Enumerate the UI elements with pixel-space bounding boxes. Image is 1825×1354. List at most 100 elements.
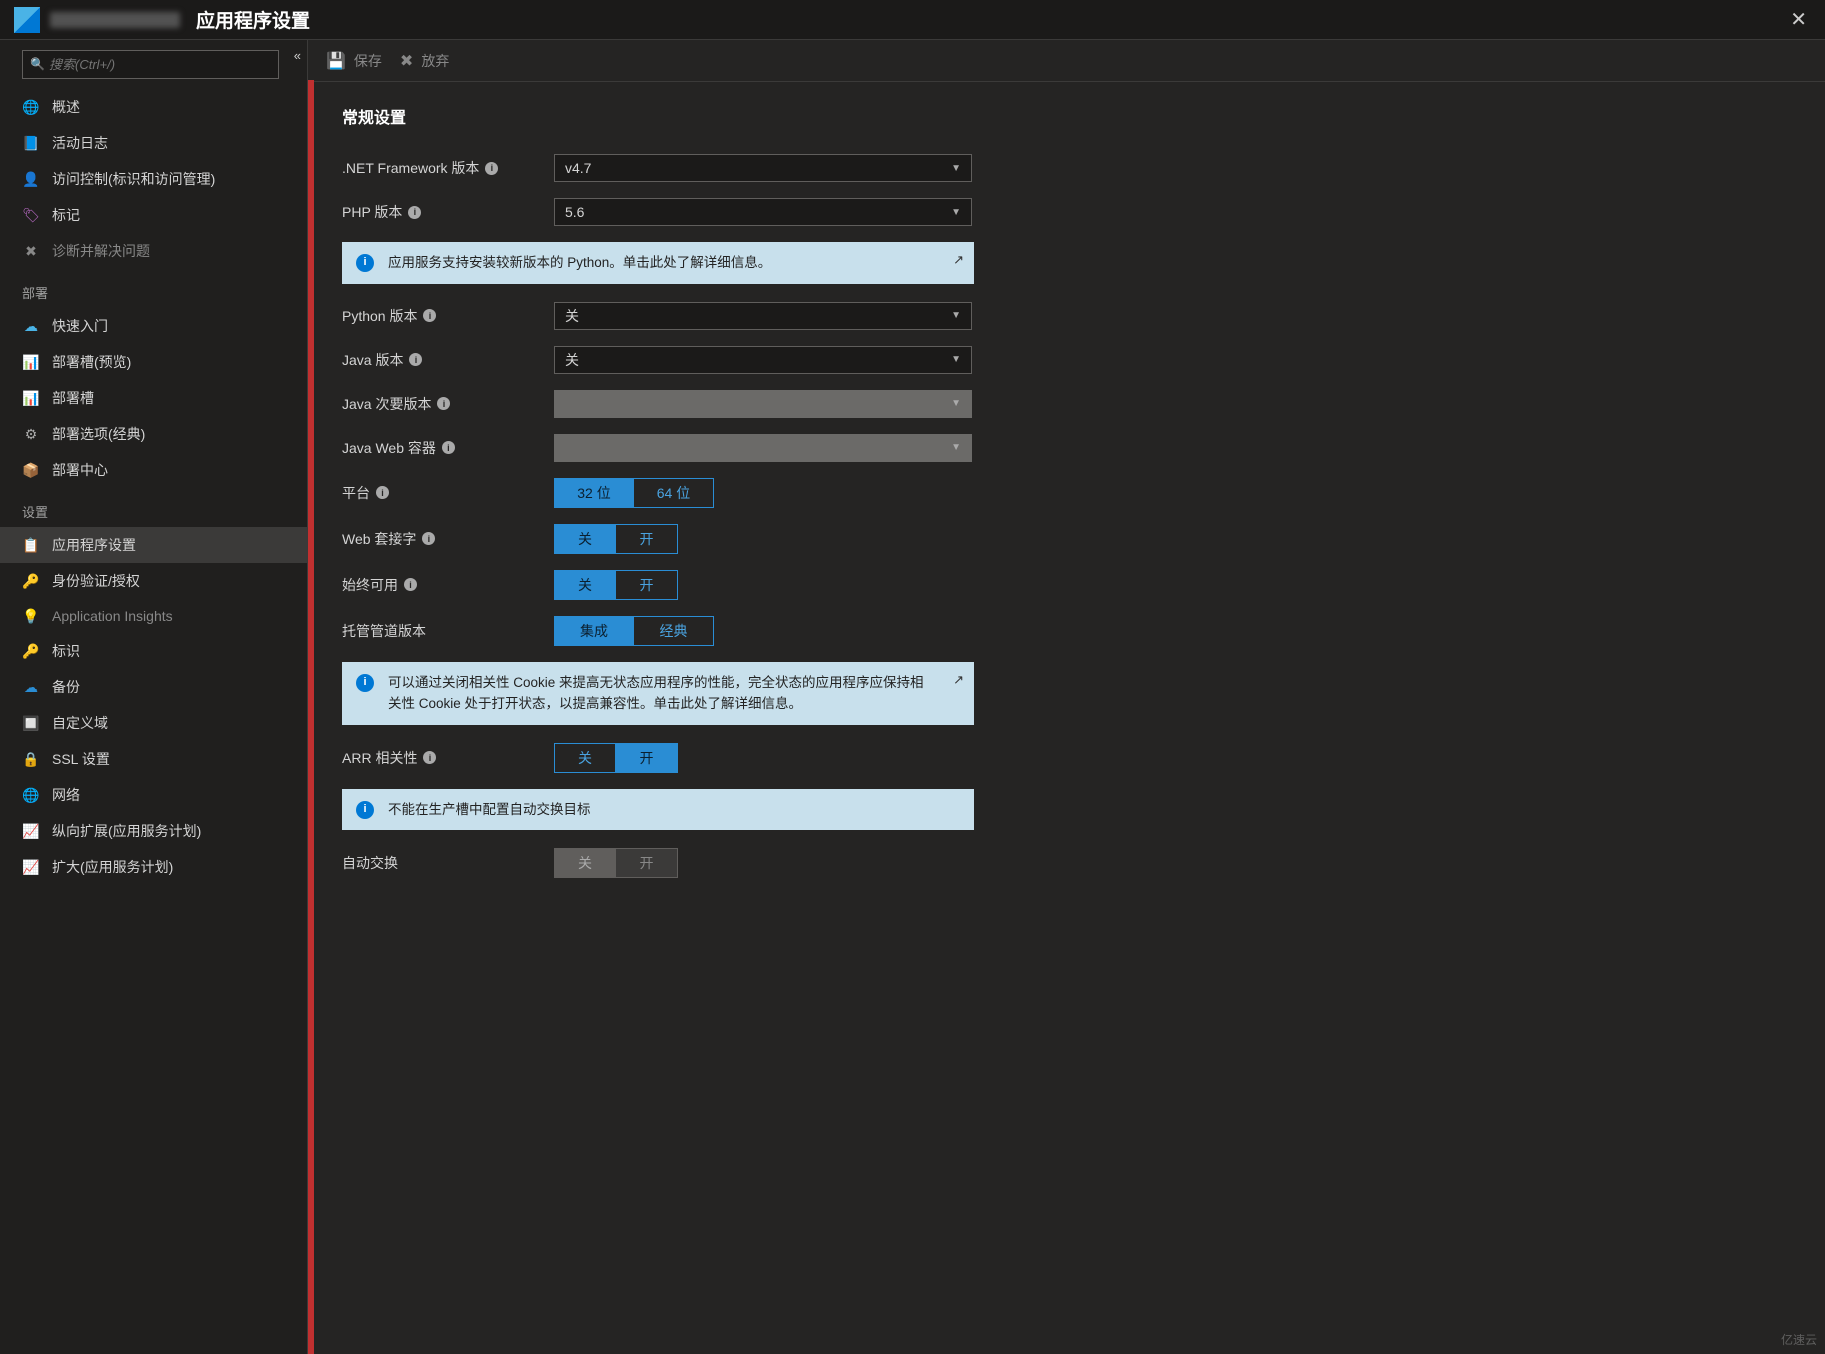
nav-item[interactable]: ☁ 备份 (0, 669, 307, 705)
external-link-icon[interactable]: ↗ (953, 250, 964, 271)
autoswap-toggle: 关开 (554, 848, 678, 878)
nav-item[interactable]: 💡Application Insights (0, 599, 307, 633)
nav-item[interactable]: 🔲自定义域 (0, 705, 307, 741)
access-icon: 👤 (22, 170, 40, 188)
nav-item-label: 部署槽(预览) (52, 352, 131, 372)
nav-item[interactable]: ✖诊断并解决问题 (0, 233, 307, 269)
app-logo (14, 7, 40, 33)
external-link-icon[interactable]: ↗ (953, 670, 964, 691)
main-panel: 💾 保存 ✖ 放弃 常规设置 .NET Framework 版本i v4.7▼ … (308, 40, 1825, 1354)
search-icon: 🔍 (30, 57, 45, 71)
collapse-sidebar-button[interactable]: « (294, 48, 301, 63)
save-button[interactable]: 💾 保存 (326, 51, 382, 71)
arr-toggle[interactable]: 关开 (554, 743, 678, 773)
pipeline-toggle[interactable]: 集成经典 (554, 616, 714, 646)
center-icon: 📦 (22, 461, 40, 479)
chevron-down-icon: ▼ (951, 442, 961, 453)
titlebar: 应用程序设置 ✕ (0, 0, 1825, 40)
info-icon[interactable]: i (442, 441, 455, 454)
nav-item[interactable]: ⚙部署选项(经典) (0, 416, 307, 452)
log-icon: 📘 (22, 134, 40, 152)
info-icon[interactable]: i (408, 206, 421, 219)
arr-alert[interactable]: i 可以通过关闭相关性 Cookie 来提高无状态应用程序的性能，完全状态的应用… (342, 662, 974, 725)
dotnet-select[interactable]: v4.7▼ (554, 154, 972, 182)
java-web-select: ▼ (554, 434, 972, 462)
search-input[interactable] (22, 50, 279, 79)
info-icon[interactable]: i (404, 578, 417, 591)
ssl-icon: 🔒 (22, 750, 40, 768)
breadcrumb-redacted (50, 12, 180, 28)
toggle-option[interactable]: 关 (554, 743, 616, 773)
backup-icon: ☁ (22, 678, 40, 696)
nav-item[interactable]: 🌐 概述 (0, 89, 307, 125)
info-icon[interactable]: i (423, 309, 436, 322)
watermark: 亿速云 (1781, 1331, 1817, 1348)
info-icon[interactable]: i (409, 353, 422, 366)
cloud-icon: ☁ (22, 317, 40, 335)
toggle-option[interactable]: 64 位 (634, 478, 714, 508)
nav-item[interactable]: 📦 部署中心 (0, 452, 307, 488)
discard-button[interactable]: ✖ 放弃 (400, 51, 449, 71)
info-icon[interactable]: i (422, 532, 435, 545)
toggle-option[interactable]: 32 位 (554, 478, 634, 508)
id-icon: 🔑 (22, 642, 40, 660)
sidebar: « 🔍 🌐 概述 📘活动日志👤访问控制(标识和访问管理) 🏷 标记 ✖诊断并解决问题 部署… (0, 40, 308, 1354)
bulb-icon: 💡 (22, 607, 40, 625)
nav-item[interactable]: 📊部署槽 (0, 380, 307, 416)
toggle-option[interactable]: 经典 (634, 616, 714, 646)
nav-item-label: 备份 (52, 677, 80, 697)
nav-item-label: 标记 (52, 205, 80, 225)
nav-item[interactable]: 📘活动日志 (0, 125, 307, 161)
nav-item[interactable]: ☁ 快速入门 (0, 308, 307, 344)
python-alert[interactable]: i 应用服务支持安装较新版本的 Python。单击此处了解详细信息。 ↗ (342, 242, 974, 284)
nav-item-label: 应用程序设置 (52, 535, 136, 555)
save-icon: 💾 (326, 51, 346, 71)
python-select[interactable]: 关▼ (554, 302, 972, 330)
php-select[interactable]: 5.6▼ (554, 198, 972, 226)
key-icon: 🔑 (22, 572, 40, 590)
nav-item[interactable]: 📋应用程序设置 (0, 527, 307, 563)
info-icon: i (356, 674, 374, 692)
nav-item[interactable]: 🔑标识 (0, 633, 307, 669)
accent-bar (308, 80, 314, 1354)
toggle-option[interactable]: 开 (616, 524, 678, 554)
toggle-option[interactable]: 集成 (554, 616, 634, 646)
domain-icon: 🔲 (22, 714, 40, 732)
nav-item-label: 纵向扩展(应用服务计划) (52, 821, 201, 841)
info-icon[interactable]: i (437, 397, 450, 410)
nav-item[interactable]: 🔑身份验证/授权 (0, 563, 307, 599)
cog-icon: ⚙ (22, 425, 40, 443)
info-icon[interactable]: i (376, 486, 389, 499)
nav-item-label: 网络 (52, 785, 80, 805)
autoswap-alert: i 不能在生产槽中配置自动交换目标 (342, 789, 974, 831)
content-scroller[interactable]: 常规设置 .NET Framework 版本i v4.7▼ PHP 版本i 5.… (308, 82, 1825, 1354)
section-deploy: 部署 (0, 269, 307, 308)
nav-item[interactable]: 🔒SSL 设置 (0, 741, 307, 777)
net-icon: 🌐 (22, 786, 40, 804)
websockets-toggle[interactable]: 关开 (554, 524, 678, 554)
nav-item-label: 概述 (52, 97, 80, 117)
toggle-option[interactable]: 开 (616, 570, 678, 600)
nav-item[interactable]: 🌐 网络 (0, 777, 307, 813)
nav-item-label: 扩大(应用服务计划) (52, 857, 173, 877)
nav-item-label: 快速入门 (52, 316, 108, 336)
globe-icon: 🌐 (22, 98, 40, 116)
toggle-option[interactable]: 关 (554, 524, 616, 554)
platform-toggle[interactable]: 32 位64 位 (554, 478, 714, 508)
nav-item-label: 部署槽 (52, 388, 94, 408)
nav-item[interactable]: 🏷 标记 (0, 197, 307, 233)
tag-icon: 🏷 (22, 206, 40, 224)
alwayson-toggle[interactable]: 关开 (554, 570, 678, 600)
java-select[interactable]: 关▼ (554, 346, 972, 374)
info-icon[interactable]: i (485, 162, 498, 175)
close-button[interactable]: ✕ (1780, 1, 1817, 38)
toggle-option[interactable]: 关 (554, 570, 616, 600)
info-icon[interactable]: i (423, 751, 436, 764)
nav-item[interactable]: 📈扩大(应用服务计划) (0, 849, 307, 885)
chevron-down-icon: ▼ (951, 398, 961, 409)
nav-item[interactable]: 👤访问控制(标识和访问管理) (0, 161, 307, 197)
nav-item[interactable]: 📈纵向扩展(应用服务计划) (0, 813, 307, 849)
nav-item-label: 部署中心 (52, 460, 108, 480)
nav-item[interactable]: 📊部署槽(预览) (0, 344, 307, 380)
toggle-option[interactable]: 开 (616, 743, 678, 773)
